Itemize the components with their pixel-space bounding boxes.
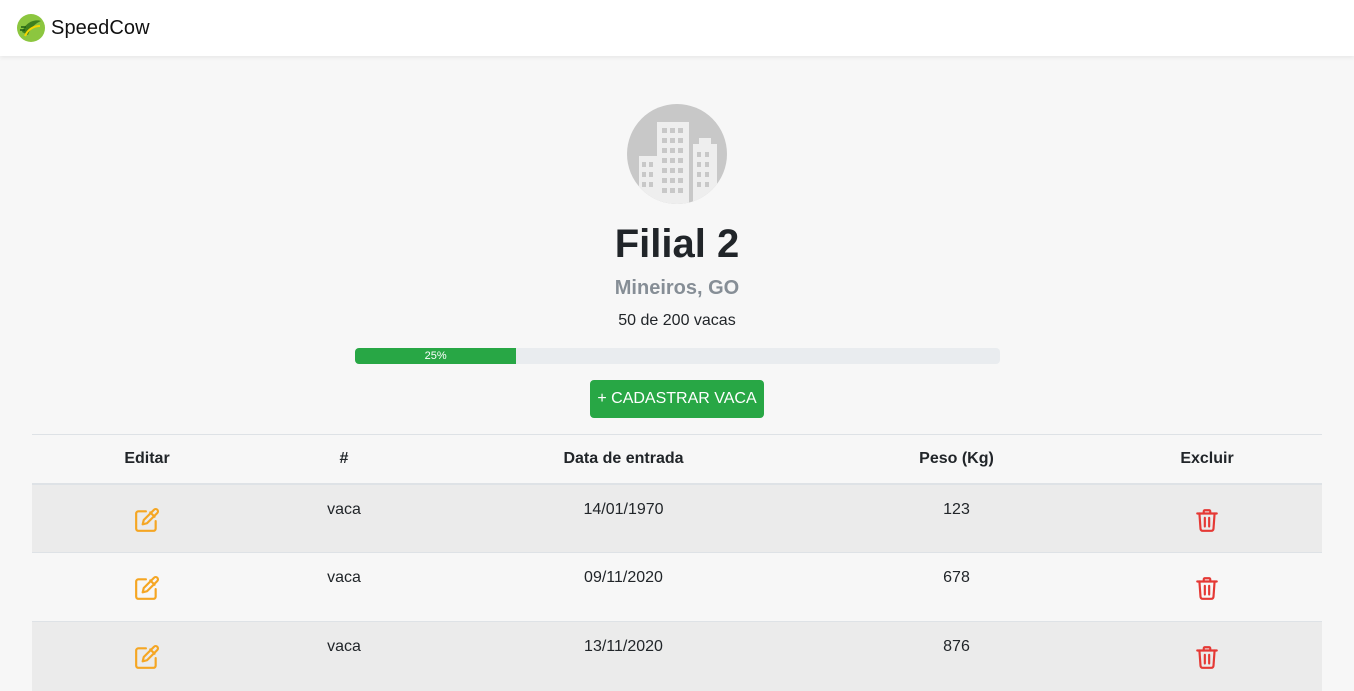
farm-title: Filial 2 xyxy=(614,222,740,266)
capacity-progress-bar: 25% xyxy=(355,348,517,364)
entry-date: 09/11/2020 xyxy=(426,552,821,622)
brand-name: SpeedCow xyxy=(51,16,150,39)
header-weight: Peso (Kg) xyxy=(821,434,1092,485)
building-icon xyxy=(639,122,717,204)
edit-cell xyxy=(32,552,262,622)
trash-icon[interactable] xyxy=(1194,575,1220,601)
trash-icon[interactable] xyxy=(1194,644,1220,670)
capacity-progress: 25% xyxy=(355,348,1000,364)
header-id: # xyxy=(262,434,426,485)
farm-location: Mineiros, GO xyxy=(614,277,740,299)
weight: 123 xyxy=(821,483,1092,553)
farm-avatar xyxy=(627,104,727,204)
header-entry-date: Data de entrada xyxy=(426,434,821,485)
cows-table: Editar # Data de entrada Peso (Kg) Exclu… xyxy=(32,434,1322,691)
edit-cell xyxy=(32,621,262,691)
cow-name: vaca xyxy=(262,621,426,691)
trash-icon[interactable] xyxy=(1194,507,1220,533)
cow-name: vaca xyxy=(262,552,426,622)
cow-name: vaca xyxy=(262,483,426,553)
edit-cell xyxy=(32,483,262,553)
delete-cell xyxy=(1092,552,1322,622)
weight: 876 xyxy=(821,621,1092,691)
delete-cell xyxy=(1092,621,1322,691)
table-row: vaca 13/11/2020 876 xyxy=(32,621,1322,691)
cow-count: 50 de 200 vacas xyxy=(618,312,736,329)
add-cow-button[interactable]: + CADASTRAR VACA xyxy=(590,380,764,418)
header-edit: Editar xyxy=(32,434,262,485)
edit-icon[interactable] xyxy=(134,575,160,601)
edit-icon[interactable] xyxy=(134,644,160,670)
entry-date: 14/01/1970 xyxy=(426,483,821,553)
table-row: vaca 09/11/2020 678 xyxy=(32,552,1322,622)
weight: 678 xyxy=(821,552,1092,622)
speedcow-logo-icon xyxy=(17,14,45,42)
brand-link[interactable]: SpeedCow xyxy=(16,13,150,43)
delete-cell xyxy=(1092,483,1322,553)
header-delete: Excluir xyxy=(1092,434,1322,485)
navbar: SpeedCow xyxy=(0,0,1354,56)
entry-date: 13/11/2020 xyxy=(426,621,821,691)
table-header-row: Editar # Data de entrada Peso (Kg) Exclu… xyxy=(32,434,1322,485)
table-body: vaca 14/01/1970 123 vaca 09/11/2020 678 vaca 13… xyxy=(32,483,1322,691)
table-row: vaca 14/01/1970 123 xyxy=(32,483,1322,553)
edit-icon[interactable] xyxy=(134,507,160,533)
cows-table-wrapper: Editar # Data de entrada Peso (Kg) Exclu… xyxy=(32,434,1322,691)
